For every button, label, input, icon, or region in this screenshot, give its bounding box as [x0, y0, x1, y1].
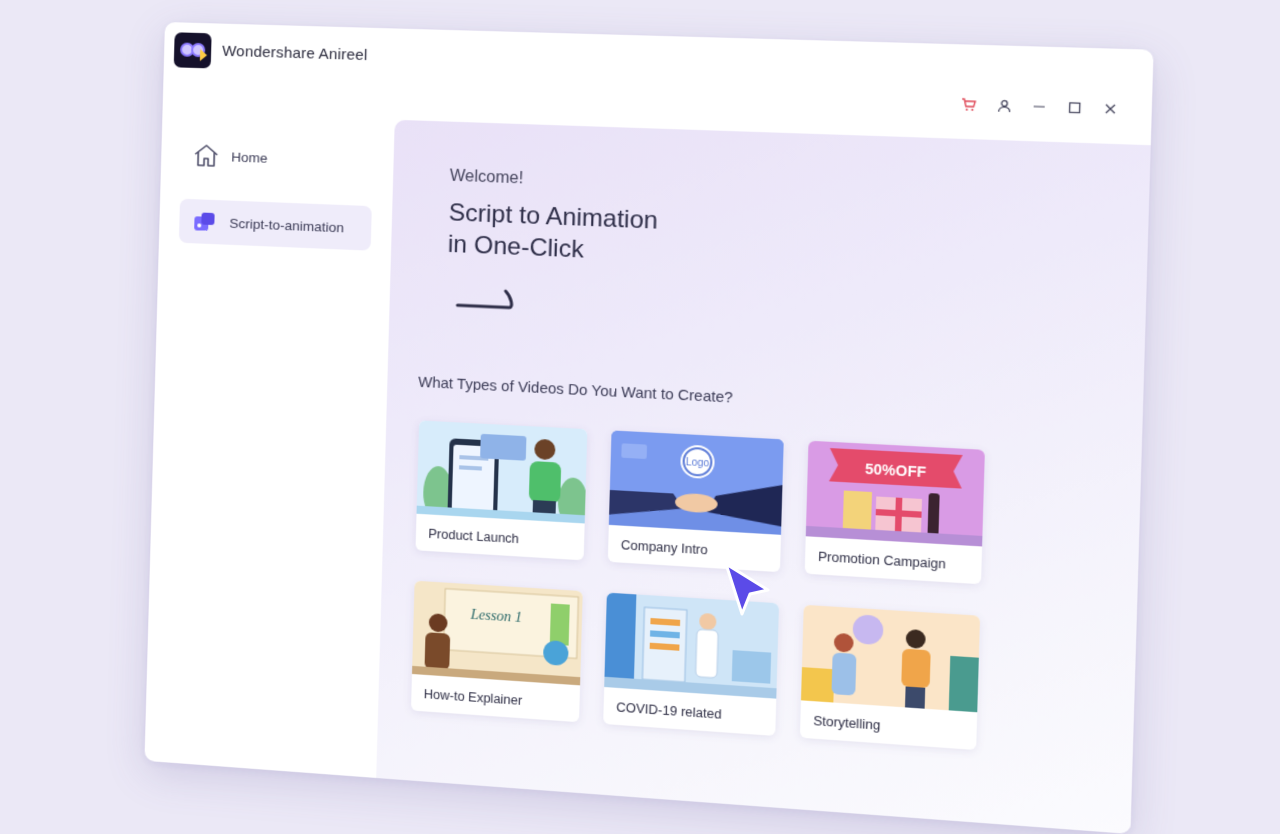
- cart-icon[interactable]: [961, 97, 977, 112]
- video-type-grid: Product Launch Logo Company Intro: [419, 420, 994, 450]
- sidebar-item-home[interactable]: Home: [181, 133, 374, 184]
- video-type-card-how-to-explainer[interactable]: Lesson 1 How-to Explainer: [411, 581, 583, 723]
- home-icon: [191, 140, 222, 171]
- sidebar: Home Script-to-animation: [144, 82, 395, 778]
- svg-text:50%OFF: 50%OFF: [865, 460, 927, 480]
- anireel-logo-icon: [174, 32, 212, 68]
- window-controls: [961, 97, 1119, 117]
- app-title: Wondershare Anireel: [222, 43, 368, 64]
- section-title: What Types of Videos Do You Want to Crea…: [418, 375, 733, 407]
- card-label: How-to Explainer: [424, 687, 523, 708]
- video-type-card-storytelling[interactable]: Storytelling: [800, 605, 980, 750]
- video-type-card-product-launch[interactable]: Product Launch: [415, 420, 587, 560]
- welcome-text: Welcome!: [450, 167, 524, 188]
- sidebar-item-script-to-animation[interactable]: Script-to-animation: [179, 199, 372, 251]
- card-thumbnail: [801, 605, 980, 712]
- minimize-icon[interactable]: [1031, 99, 1047, 114]
- sidebar-item-label: Script-to-animation: [229, 215, 344, 235]
- card-thumbnail: Logo: [609, 430, 784, 534]
- squiggle-decoration: [453, 285, 526, 315]
- mouse-pointer-icon: [722, 560, 774, 620]
- video-type-card-company-intro[interactable]: Logo Company Intro: [608, 430, 784, 572]
- card-thumbnail: 50%OFF: [806, 441, 985, 547]
- script-animation-icon: [189, 206, 220, 237]
- card-thumbnail: [417, 420, 588, 523]
- card-label: COVID-19 related: [616, 700, 722, 722]
- svg-text:Lesson 1: Lesson 1: [470, 608, 523, 627]
- close-icon[interactable]: [1102, 101, 1118, 116]
- card-label: Product Launch: [428, 527, 519, 547]
- sidebar-item-label: Home: [231, 149, 268, 165]
- card-label: Company Intro: [621, 538, 708, 558]
- card-label: Promotion Campaign: [818, 549, 946, 571]
- svg-text:Logo: Logo: [685, 457, 709, 470]
- main-panel: Welcome! Script to Animation in One-Clic…: [376, 120, 1151, 834]
- card-label: Storytelling: [813, 714, 880, 733]
- video-type-card-promotion-campaign[interactable]: 50%OFF Promotion Campaign: [805, 441, 985, 585]
- maximize-icon[interactable]: [1067, 100, 1083, 115]
- app-window: Wondershare Anireel Home: [144, 22, 1153, 834]
- account-icon[interactable]: [996, 98, 1012, 113]
- headline: Script to Animation in One-Click: [447, 197, 658, 269]
- card-thumbnail: Lesson 1: [412, 581, 583, 686]
